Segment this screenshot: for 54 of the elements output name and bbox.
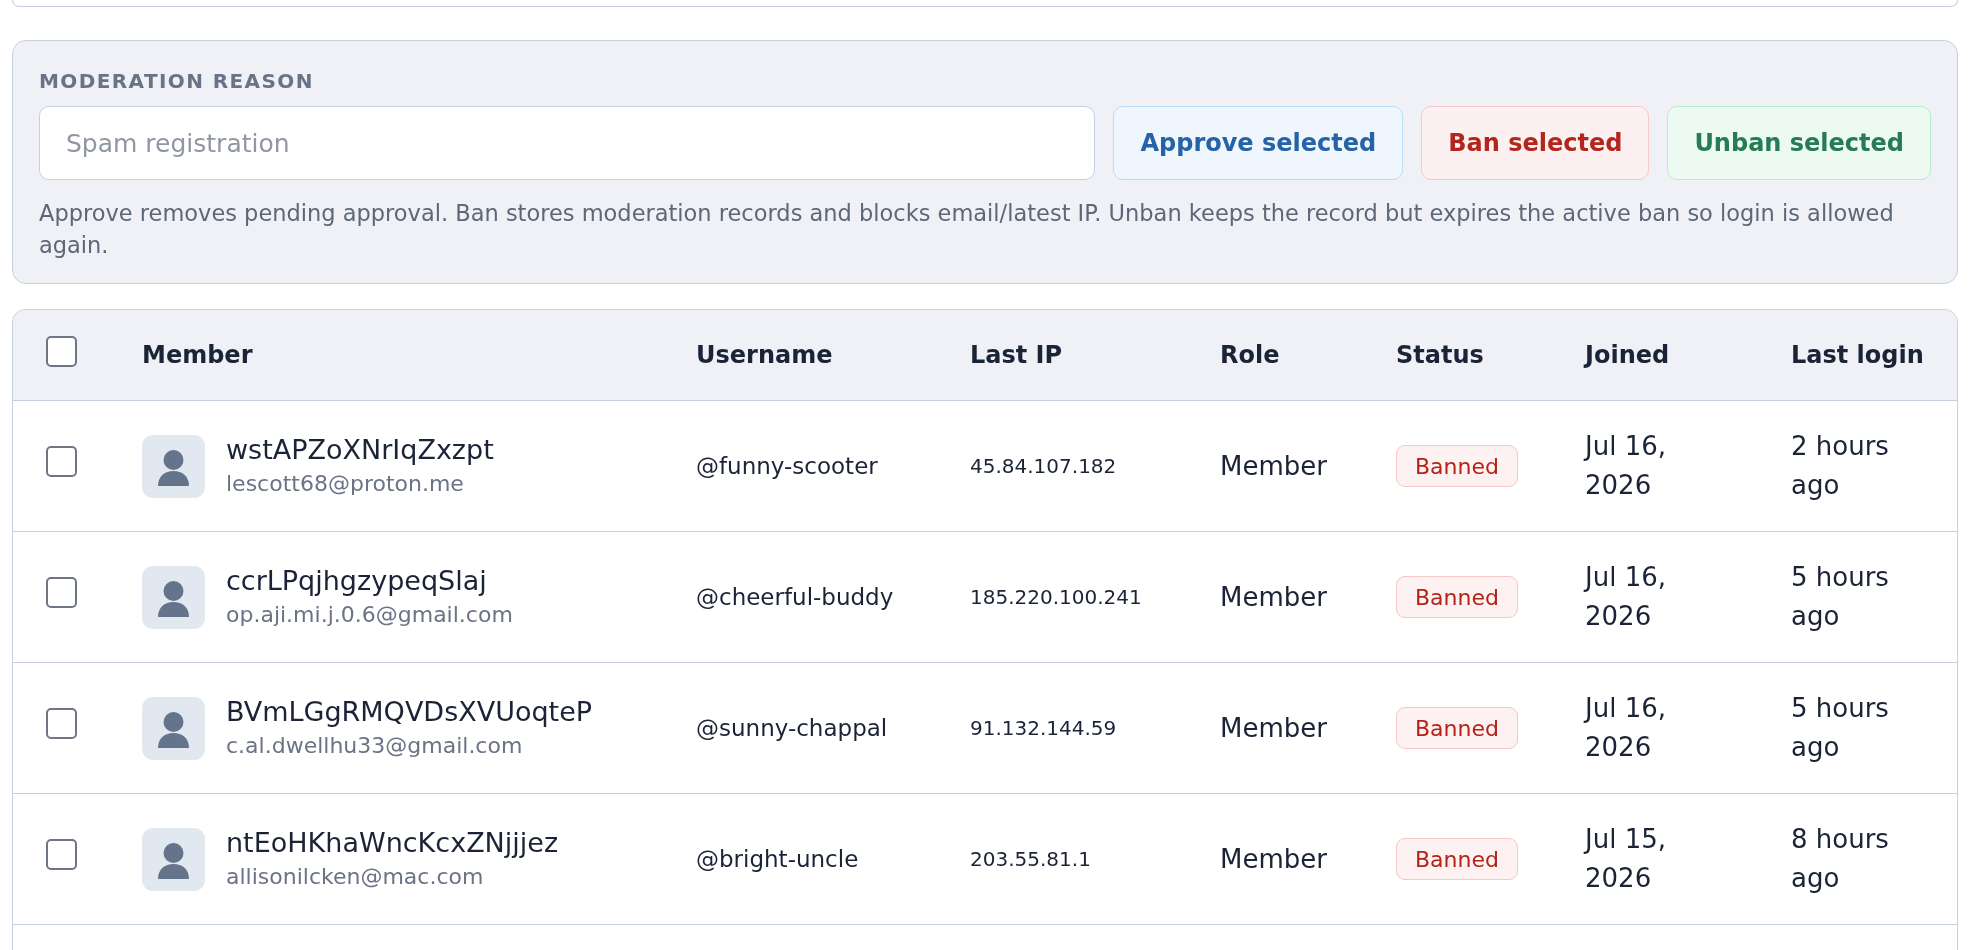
approve-button[interactable]: Approve selected: [1113, 106, 1404, 180]
last-login-time: 8 hours ago: [1791, 823, 1890, 895]
help-text: Approve removes pending approval. Ban stores moderation records and blocks email/latest IP. Unban keeps the record but expires the active ban so login is allowed again.: [39, 199, 1895, 260]
role-label: Member: [1220, 451, 1327, 481]
ip-address: 91.132.144.59: [970, 716, 1117, 740]
member-email: c.al.dwellhu33@gmail.com: [226, 732, 524, 760]
user-silhouette-icon: [142, 434, 205, 498]
member-name: ntEoHKhaWncKcxZNjjjez: [226, 826, 559, 860]
column-header: Role: [1220, 341, 1280, 369]
member-email: allisonilcken@mac.com: [226, 863, 485, 891]
ip-address: 203.55.81.1: [970, 847, 1091, 871]
row-checkbox[interactable]: [46, 707, 77, 739]
joined-date: Jul 16, 2026: [1585, 430, 1667, 502]
joined-date: Jul 16, 2026: [1585, 561, 1667, 633]
column-header: Member: [142, 341, 253, 369]
status-badge: Banned: [1396, 707, 1518, 749]
column-header: Last IP: [970, 341, 1063, 369]
field-label: MODERATION REASON: [39, 68, 314, 94]
reason-input[interactable]: Spam registration: [39, 106, 1096, 180]
role-label: Member: [1220, 582, 1327, 612]
column-header: Username: [696, 341, 833, 369]
column-header: Joined: [1585, 341, 1670, 369]
ip-address: 45.84.107.182: [970, 454, 1117, 478]
user-silhouette-icon: [142, 696, 205, 760]
user-silhouette-icon: [142, 827, 205, 891]
ip-address: 185.220.100.241: [970, 585, 1142, 609]
last-login-time: 5 hours ago: [1791, 692, 1890, 764]
row-checkbox[interactable]: [46, 445, 77, 477]
role-label: Member: [1220, 844, 1327, 874]
username: @bright-uncle: [696, 846, 859, 872]
row-checkbox[interactable]: [46, 576, 77, 608]
joined-date: Jul 16, 2026: [1585, 692, 1667, 764]
status-badge: Banned: [1396, 445, 1518, 487]
member-name: wstAPZoXNrIqZxzpt: [226, 433, 494, 467]
joined-date: Jul 15, 2026: [1585, 823, 1667, 895]
select-all-checkbox[interactable]: [46, 335, 77, 367]
member-email: op.aji.mi.j.0.6@gmail.com: [226, 601, 513, 629]
column-header: Status: [1396, 341, 1484, 369]
unban-button[interactable]: Unban selected: [1667, 106, 1931, 180]
user-silhouette-icon: [142, 565, 205, 629]
ban-button[interactable]: Ban selected: [1421, 106, 1650, 180]
status-badge: Banned: [1396, 576, 1518, 618]
role-label: Member: [1220, 713, 1327, 743]
member-name: ccrLPqjhgzypeqSlaj: [226, 564, 488, 598]
status-badge: Banned: [1396, 838, 1518, 880]
last-login-time: 2 hours ago: [1791, 430, 1890, 502]
member-email: lescott68@proton.me: [226, 470, 465, 498]
username: @sunny-chappal: [696, 715, 888, 741]
member-name: BVmLGgRMQVDsXVUoqteP: [226, 695, 593, 729]
username: @funny-scooter: [696, 453, 878, 479]
row-checkbox[interactable]: [46, 838, 77, 870]
last-login-time: 5 hours ago: [1791, 561, 1890, 633]
column-header: Last login: [1791, 341, 1924, 369]
username: @cheerful-buddy: [696, 584, 894, 610]
